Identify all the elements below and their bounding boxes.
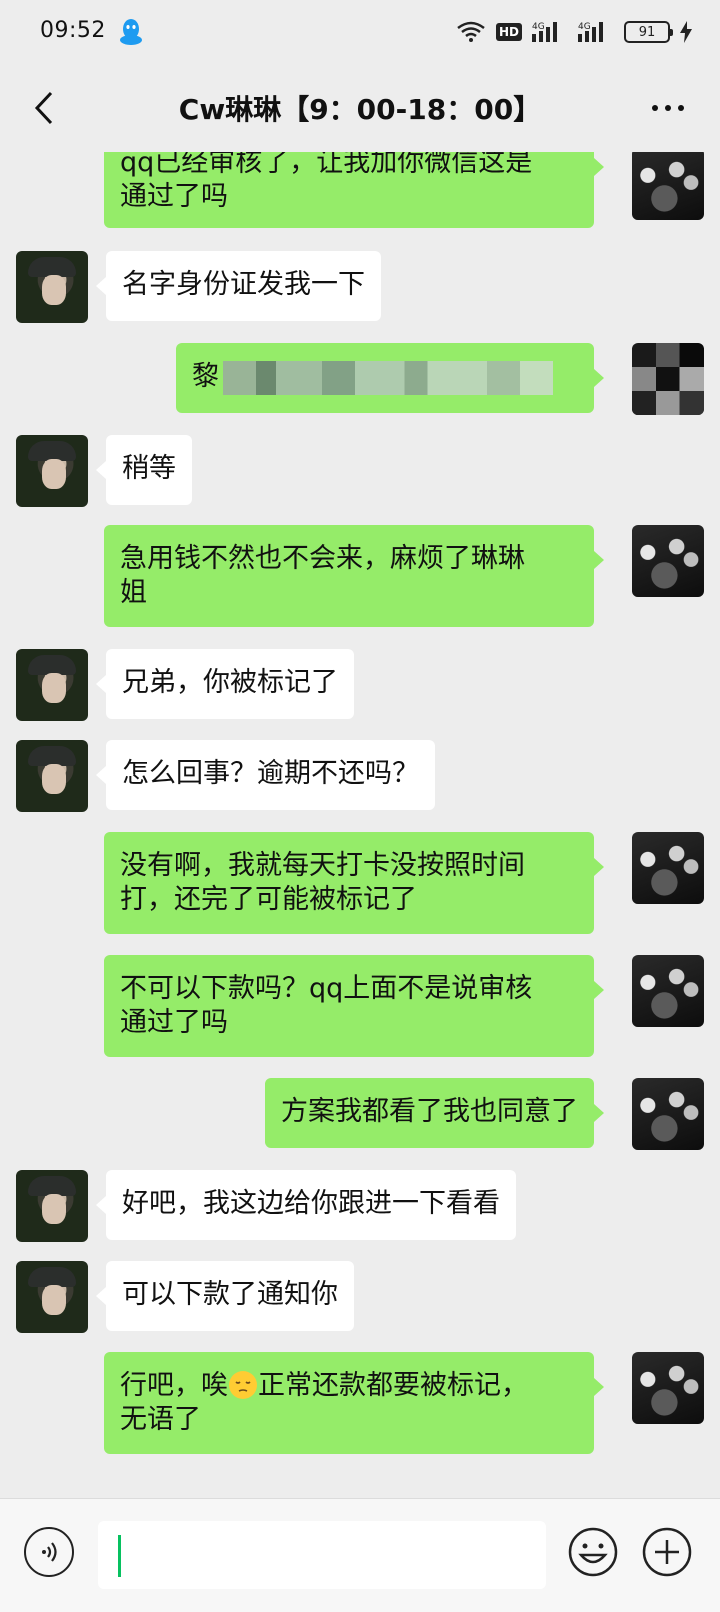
message-text: 通过了吗 bbox=[120, 1007, 228, 1038]
pensive-face-emoji-icon bbox=[229, 1371, 257, 1399]
message-bubble[interactable]: 怎么回事？逾期不还吗？ bbox=[96, 740, 435, 810]
redacted-text bbox=[223, 360, 553, 395]
status-time: 09:52 bbox=[40, 18, 106, 43]
my-avatar[interactable] bbox=[632, 525, 704, 597]
voice-button[interactable] bbox=[24, 1527, 74, 1577]
battery-indicator: 91 bbox=[624, 21, 673, 43]
signal-icon: 4G bbox=[532, 22, 557, 42]
charging-icon bbox=[680, 21, 692, 43]
input-bar bbox=[0, 1498, 720, 1612]
message-bubble[interactable]: 没有啊，我就每天打卡没按照时间 打，还完了可能被标记了 bbox=[104, 832, 604, 934]
message-text: 通过了吗 bbox=[120, 181, 228, 212]
battery-level: 91 bbox=[638, 24, 656, 40]
message-text: 无语了 bbox=[120, 1404, 201, 1435]
message-list[interactable]: qq已经审核了，让我加你微信这是 通过了吗 名字身份证发我一下 黎 稍等 急用钱… bbox=[0, 152, 720, 1498]
message-text: 急用钱不然也不会来，麻烦了琳琳 bbox=[120, 543, 525, 574]
ellipsis-dot bbox=[678, 105, 684, 111]
contact-avatar[interactable] bbox=[16, 740, 88, 812]
message-text: 好吧，我这边给你跟进一下看看 bbox=[122, 1188, 500, 1219]
message-input[interactable] bbox=[98, 1521, 546, 1589]
plus-icon[interactable] bbox=[642, 1527, 692, 1577]
message-text: 打，还完了可能被标记了 bbox=[120, 884, 417, 915]
status-icons: HD 4G 4G 91 bbox=[456, 18, 692, 46]
wifi-icon bbox=[457, 21, 485, 42]
qq-penguin-icon bbox=[120, 19, 142, 45]
message-bubble[interactable]: qq已经审核了，让我加你微信这是 通过了吗 bbox=[104, 152, 604, 228]
message-bubble[interactable]: 急用钱不然也不会来，麻烦了琳琳 姐 bbox=[104, 525, 604, 627]
contact-avatar[interactable] bbox=[16, 1170, 88, 1242]
text-caret bbox=[118, 1535, 121, 1577]
my-avatar[interactable] bbox=[632, 1078, 704, 1150]
status-bar: 09:52 HD 4G 4G 91 bbox=[0, 0, 720, 64]
message-text: 方案我都看了我也同意了 bbox=[281, 1096, 578, 1127]
contact-avatar[interactable] bbox=[16, 1261, 88, 1333]
chat-title: Cw琳琳【9：00-18：00】 bbox=[178, 93, 542, 126]
signal-icon-2: 4G bbox=[578, 22, 603, 42]
ellipsis-icon bbox=[652, 105, 658, 111]
message-text: 姐 bbox=[120, 577, 147, 608]
message-bubble[interactable]: 好吧，我这边给你跟进一下看看 bbox=[96, 1170, 516, 1240]
message-bubble[interactable]: 不可以下款吗？qq上面不是说审核 通过了吗 bbox=[104, 955, 604, 1057]
message-text: 名字身份证发我一下 bbox=[122, 269, 365, 300]
chat-header: Cw琳琳【9：00-18：00】 bbox=[0, 64, 720, 152]
message-text: 黎 bbox=[192, 361, 219, 392]
message-bubble[interactable]: 稍等 bbox=[96, 435, 192, 505]
message-text: qq已经审核了，让我加你微信这是 bbox=[120, 152, 533, 178]
contact-avatar[interactable] bbox=[16, 435, 88, 507]
message-bubble[interactable]: 黎 bbox=[176, 343, 604, 413]
contact-avatar[interactable] bbox=[16, 251, 88, 323]
more-button[interactable] bbox=[640, 84, 696, 132]
my-avatar[interactable] bbox=[632, 832, 704, 904]
message-text: 行吧，唉 bbox=[120, 1370, 228, 1401]
message-text: 没有啊，我就每天打卡没按照时间 bbox=[120, 850, 525, 881]
smiley-icon[interactable] bbox=[568, 1527, 618, 1577]
voice-icon bbox=[42, 1542, 57, 1562]
contact-avatar[interactable] bbox=[16, 649, 88, 721]
message-text: 不可以下款吗？qq上面不是说审核 bbox=[120, 973, 533, 1004]
my-avatar[interactable] bbox=[632, 1352, 704, 1424]
hd-badge: HD bbox=[495, 23, 522, 41]
message-bubble[interactable]: 可以下款了通知你 bbox=[96, 1261, 354, 1331]
ellipsis-dot bbox=[665, 105, 671, 111]
message-text: 可以下款了通知你 bbox=[122, 1279, 338, 1310]
message-text: 稍等 bbox=[122, 453, 176, 484]
my-avatar-pixelated[interactable] bbox=[632, 343, 704, 415]
message-bubble[interactable]: 兄弟，你被标记了 bbox=[96, 649, 354, 719]
svg-text:4G: 4G bbox=[532, 22, 545, 32]
message-text: 正常还款都要被标记， bbox=[258, 1370, 528, 1401]
my-avatar[interactable] bbox=[632, 955, 704, 1027]
message-text: 兄弟，你被标记了 bbox=[122, 667, 338, 698]
my-avatar[interactable] bbox=[632, 152, 704, 220]
message-bubble[interactable]: 方案我都看了我也同意了 bbox=[265, 1078, 604, 1148]
message-bubble[interactable]: 名字身份证发我一下 bbox=[96, 251, 381, 321]
svg-text:4G: 4G bbox=[578, 22, 591, 32]
message-text: 怎么回事？逾期不还吗？ bbox=[122, 758, 419, 789]
message-bubble[interactable]: 行吧，唉 正常还款都要被标记， 无语了 bbox=[104, 1352, 604, 1454]
